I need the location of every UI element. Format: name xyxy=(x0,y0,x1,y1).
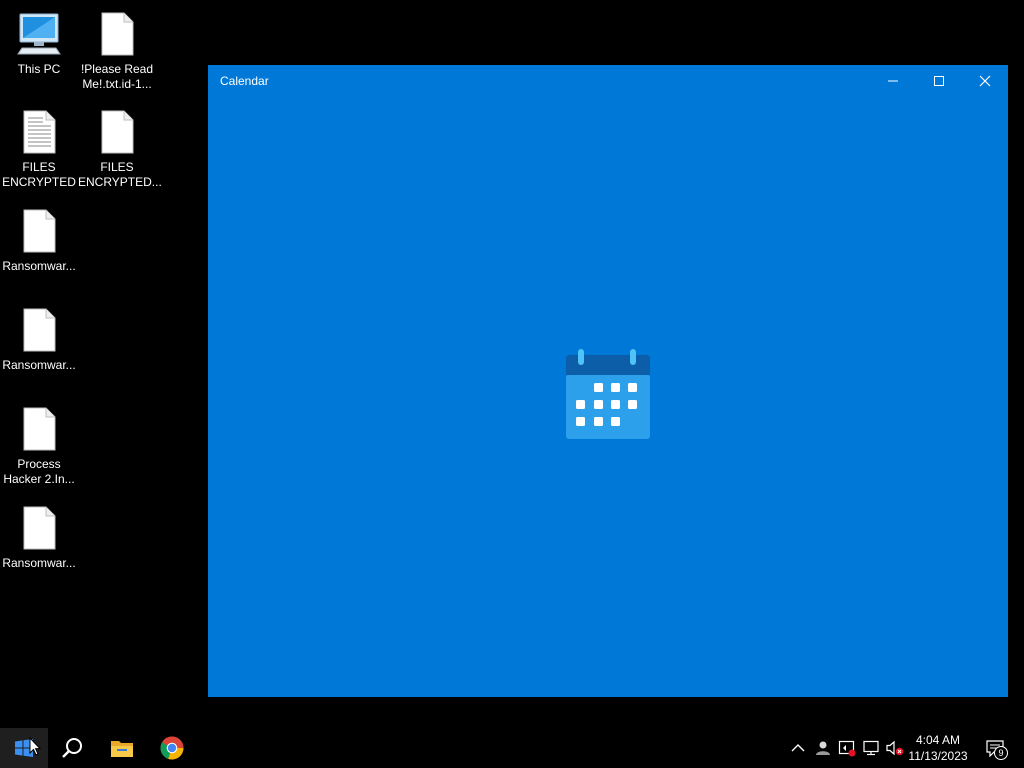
desktop: This PC !Please Read Me!.txt.id-1... FIL… xyxy=(0,0,1024,768)
chrome-button[interactable] xyxy=(148,728,196,768)
taskbar: 4:04 AM 11/13/2023 9 xyxy=(0,728,1024,768)
window-title: Calendar xyxy=(220,74,269,88)
calendar-icon xyxy=(565,349,651,441)
minimize-icon xyxy=(888,80,898,82)
action-center-button[interactable]: 9 xyxy=(982,738,1008,760)
blank-file-icon xyxy=(15,405,63,453)
notification-count-badge: 9 xyxy=(994,746,1008,760)
tray-people[interactable] xyxy=(813,738,833,758)
desktop-icon-label: This PC xyxy=(17,62,61,76)
window-titlebar[interactable]: Calendar xyxy=(208,65,1008,97)
tray-network[interactable] xyxy=(861,738,881,758)
security-icon xyxy=(838,740,856,757)
people-icon xyxy=(816,741,830,755)
chrome-icon xyxy=(160,736,184,760)
desktop-icon-ransomware-3[interactable]: Ransomwar... xyxy=(0,504,78,571)
desktop-icon-ransomware-1[interactable]: Ransomwar... xyxy=(0,207,78,274)
search-icon xyxy=(62,738,82,758)
tray-security[interactable] xyxy=(837,738,857,758)
calendar-window[interactable]: Calendar xyxy=(208,65,1008,697)
close-button[interactable] xyxy=(962,65,1008,97)
blank-file-icon xyxy=(93,10,141,58)
computer-icon xyxy=(15,10,63,58)
blank-file-icon xyxy=(93,108,141,156)
network-icon xyxy=(863,740,879,756)
desktop-icon-files-encrypted-2[interactable]: FILES ENCRYPTED... xyxy=(78,108,162,190)
desktop-icon-process-hacker[interactable]: Process Hacker 2.In... xyxy=(0,405,78,487)
volume-muted-icon xyxy=(886,740,904,756)
blank-file-icon xyxy=(15,306,63,354)
search-button[interactable] xyxy=(48,728,96,768)
desktop-icon-label: FILES ENCRYPTED xyxy=(2,160,76,189)
desktop-icon-this-pc[interactable]: This PC xyxy=(0,10,78,77)
text-document-icon xyxy=(15,108,63,156)
clock-time: 4:04 AM xyxy=(915,733,961,747)
desktop-icon-label: Ransomwar... xyxy=(2,556,76,570)
maximize-button[interactable] xyxy=(916,65,962,97)
maximize-icon xyxy=(934,76,944,86)
taskbar-clock[interactable]: 4:04 AM 11/13/2023 xyxy=(904,732,972,764)
close-icon xyxy=(979,75,991,87)
desktop-icon-please-read-me[interactable]: !Please Read Me!.txt.id-1... xyxy=(78,10,156,92)
desktop-icon-label: FILES ENCRYPTED... xyxy=(78,160,162,189)
blank-file-icon xyxy=(15,504,63,552)
desktop-icon-label: Ransomwar... xyxy=(2,259,76,273)
chevron-up-icon xyxy=(791,744,805,752)
desktop-icon-files-encrypted[interactable]: FILES ENCRYPTED xyxy=(0,108,78,190)
mouse-cursor-icon xyxy=(29,737,41,756)
desktop-icon-label: !Please Read Me!.txt.id-1... xyxy=(80,62,154,91)
minimize-button[interactable] xyxy=(870,65,916,97)
desktop-icon-label: Ransomwar... xyxy=(2,358,76,372)
desktop-icon-ransomware-2[interactable]: Ransomwar... xyxy=(0,306,78,373)
show-hidden-icons-button[interactable] xyxy=(788,738,808,758)
tray-volume[interactable] xyxy=(885,738,905,758)
clock-date: 11/13/2023 xyxy=(908,749,968,763)
file-explorer-icon xyxy=(111,741,133,757)
file-explorer-button[interactable] xyxy=(98,728,146,768)
desktop-icon-label: Process Hacker 2.In... xyxy=(3,457,75,486)
blank-file-icon xyxy=(15,207,63,255)
